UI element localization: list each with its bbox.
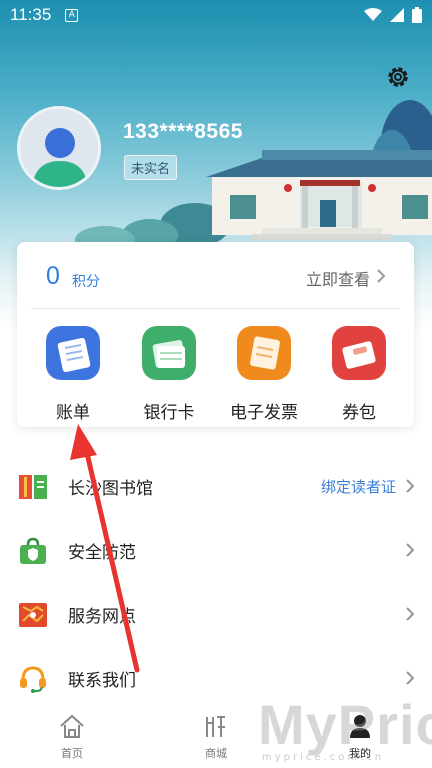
- status-time: 11:35: [10, 5, 52, 24]
- quick-action-label: 账单: [56, 403, 90, 423]
- menu-label: 服务网点: [68, 607, 136, 627]
- tab-mall[interactable]: 商城: [181, 713, 251, 761]
- chevron-right-icon: [406, 479, 415, 493]
- mall-icon: [206, 716, 225, 737]
- view-now-link[interactable]: 立即查看: [306, 266, 370, 290]
- tab-label: 我的: [349, 747, 371, 760]
- tab-home[interactable]: 首页: [37, 713, 107, 761]
- coupon-icon: [332, 326, 386, 380]
- bottom-tab-bar: 首页 商城 我的: [0, 705, 432, 768]
- bind-reader-card-link[interactable]: 绑定读者证: [321, 476, 396, 497]
- menu-label: 联系我们: [68, 671, 136, 691]
- battery-icon: [412, 7, 422, 23]
- settings-gear-icon[interactable]: [385, 64, 411, 90]
- map-icon: [19, 603, 47, 627]
- avatar[interactable]: [17, 106, 101, 190]
- shield-bag-icon: [20, 537, 46, 564]
- menu-item-contact-us[interactable]: 联系我们: [0, 647, 432, 711]
- signal-icon: [390, 8, 404, 22]
- quick-action-e-invoice[interactable]: 电子发票: [224, 326, 304, 423]
- quick-action-bank-card[interactable]: 银行卡: [129, 326, 209, 423]
- e-invoice-icon: [237, 326, 291, 380]
- points-row[interactable]: 0 积分 立即查看: [17, 242, 414, 308]
- tab-label: 商城: [205, 747, 227, 760]
- quick-action-bill[interactable]: 账单: [33, 326, 113, 423]
- divider: [31, 308, 400, 309]
- chevron-right-icon: [406, 607, 415, 621]
- points-value: 0: [46, 262, 60, 290]
- bank-card-icon: [142, 326, 196, 380]
- quick-action-label: 电子发票: [230, 403, 298, 423]
- menu-item-service-outlets[interactable]: 服务网点: [0, 583, 432, 647]
- menu-item-library[interactable]: 长沙图书馆 绑定读者证: [0, 455, 432, 519]
- tab-label: 首页: [61, 747, 83, 760]
- points-label: 积分: [72, 274, 100, 290]
- quick-action-label: 银行卡: [143, 403, 195, 423]
- chevron-right-icon: [377, 269, 386, 283]
- profile-icon: [350, 715, 370, 738]
- wifi-icon: [364, 8, 382, 21]
- headset-icon: [20, 666, 46, 693]
- notification-icon: A: [65, 8, 79, 22]
- chevron-right-icon: [406, 671, 415, 685]
- user-phone-number: 133****8565: [123, 120, 243, 143]
- status-bar: 11:35 A: [0, 0, 432, 30]
- menu-label: 长沙图书馆: [68, 479, 153, 499]
- verification-badge[interactable]: 未实名: [124, 155, 178, 180]
- account-summary-card: 0 积分 立即查看 账单 银行卡 电子发票 券包: [17, 242, 414, 427]
- menu-label: 安全防范: [68, 543, 136, 563]
- quick-action-coupon[interactable]: 券包: [319, 326, 399, 423]
- library-icon: [19, 475, 47, 499]
- menu-item-security[interactable]: 安全防范: [0, 519, 432, 583]
- quick-action-label: 券包: [342, 403, 376, 423]
- tab-profile[interactable]: 我的: [325, 713, 395, 761]
- chevron-right-icon: [406, 543, 415, 557]
- bill-icon: [46, 326, 100, 380]
- home-icon: [60, 714, 84, 738]
